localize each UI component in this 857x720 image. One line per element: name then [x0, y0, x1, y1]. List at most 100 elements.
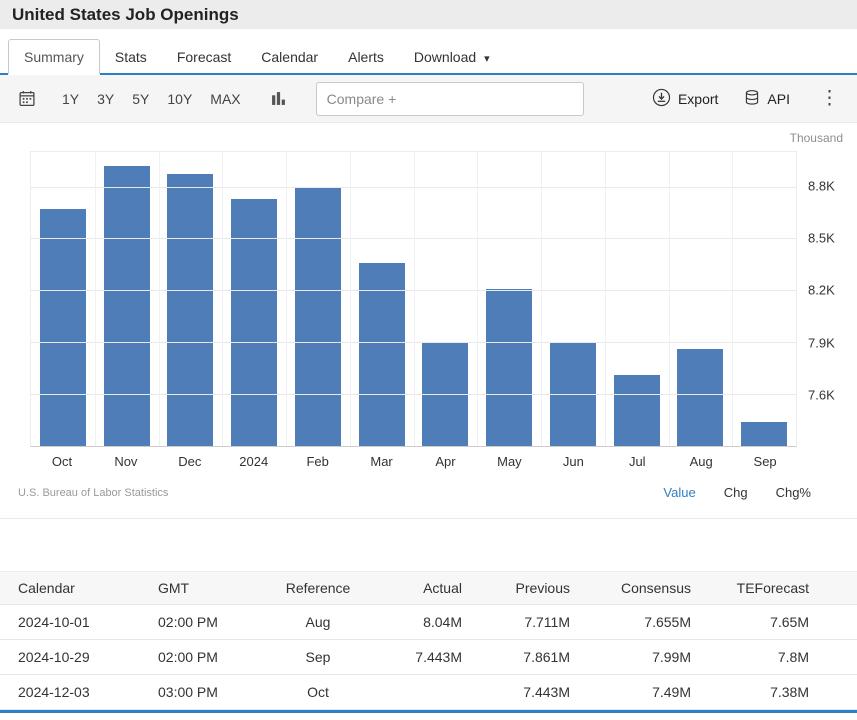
bar-slot [222, 152, 286, 446]
table-cell: 8.04M [366, 614, 466, 630]
api-label: API [767, 91, 790, 107]
bar-2024[interactable] [231, 199, 277, 446]
bar-slot [477, 152, 541, 446]
bar-Feb[interactable] [295, 187, 341, 446]
y-tick-label: 7.6K [808, 387, 835, 402]
x-tick-label: Nov [94, 449, 158, 473]
bar-May[interactable] [486, 289, 532, 446]
table-row[interactable]: 2024-10-2902:00 PMSep7.443M7.861M7.99M7.… [0, 640, 857, 675]
table-cell: 7.38M [695, 684, 857, 700]
export-button[interactable]: Export [652, 88, 718, 110]
section-gap [0, 519, 857, 571]
gridline-vertical [477, 152, 478, 446]
table-cell: 2024-12-03 [14, 684, 154, 700]
y-axis-unit-label: Thousand [0, 123, 857, 151]
bar-slot [95, 152, 159, 446]
tab-download-label: Download [414, 49, 476, 65]
x-tick-label: 2024 [222, 449, 286, 473]
caret-down-icon: ▾ [484, 52, 490, 65]
y-axis: 7.6K7.9K8.2K8.5K8.8K [799, 151, 845, 447]
x-tick-label: Jul [605, 449, 669, 473]
bar-slot [350, 152, 414, 446]
range-1y[interactable]: 1Y [62, 91, 79, 107]
tab-stats[interactable]: Stats [100, 40, 162, 73]
table-cell: 7.65M [695, 614, 857, 630]
api-button[interactable]: API [744, 89, 790, 109]
gridline-vertical [669, 152, 670, 446]
x-tick-label: Oct [30, 449, 94, 473]
bar-Sep[interactable] [741, 422, 787, 446]
link-value[interactable]: Value [663, 485, 695, 500]
table-cell: 7.655M [574, 614, 695, 630]
column-header: Actual [366, 580, 466, 596]
table-cell: 7.443M [466, 684, 574, 700]
range-5y[interactable]: 5Y [132, 91, 149, 107]
x-tick-label: Aug [669, 449, 733, 473]
y-tick-label: 7.9K [808, 335, 835, 350]
table-row[interactable]: 2024-10-0102:00 PMAug8.04M7.711M7.655M7.… [0, 605, 857, 640]
range-max[interactable]: MAX [210, 91, 240, 107]
table-cell: 7.711M [466, 614, 574, 630]
tab-summary-label: Summary [24, 49, 84, 65]
tab-download[interactable]: Download ▾ [399, 40, 505, 73]
bar-slot [286, 152, 350, 446]
range-selector: 1Y 3Y 5Y 10Y MAX [62, 91, 241, 107]
table-cell: 7.99M [574, 649, 695, 665]
bar-slot [732, 152, 796, 446]
table-header-row: CalendarGMTReferenceActualPreviousConsen… [0, 571, 857, 605]
bar-Aug[interactable] [677, 349, 723, 446]
table-cell: Sep [270, 649, 366, 665]
bar-chart-icon[interactable] [267, 89, 290, 108]
tab-stats-label: Stats [115, 49, 147, 65]
tab-calendar[interactable]: Calendar [246, 40, 333, 73]
bar-chart: 7.6K7.9K8.2K8.5K8.8K OctNovDec2024FebMar… [12, 151, 845, 473]
database-icon [744, 89, 760, 109]
table-cell: 7.443M [366, 649, 466, 665]
gridline-vertical [95, 152, 96, 446]
tab-bar: Summary Stats Forecast Calendar Alerts D… [0, 29, 857, 75]
chart-card: Thousand 7.6K7.9K8.2K8.5K8.8K OctNovDec2… [0, 123, 857, 519]
x-tick-label: Sep [733, 449, 797, 473]
tab-forecast-label: Forecast [177, 49, 231, 65]
toolbar-actions: Export API ⋮ [652, 88, 843, 110]
bar-slot [541, 152, 605, 446]
column-header: Previous [466, 580, 574, 596]
range-3y[interactable]: 3Y [97, 91, 114, 107]
table-cell: 02:00 PM [154, 649, 270, 665]
export-label: Export [678, 91, 718, 107]
table-body: 2024-10-0102:00 PMAug8.04M7.711M7.655M7.… [0, 605, 857, 710]
x-labels: OctNovDec2024FebMarAprMayJunJulAugSep [30, 449, 797, 473]
link-chg-pct[interactable]: Chg% [776, 485, 811, 500]
title-bar: United States Job Openings [0, 0, 857, 29]
bar-slot [605, 152, 669, 446]
bottom-accent-bar [0, 710, 857, 713]
gridline-vertical [732, 152, 733, 446]
tab-alerts-label: Alerts [348, 49, 384, 65]
bar-Jul[interactable] [614, 375, 660, 446]
calendar-icon[interactable] [14, 88, 40, 109]
table-row[interactable]: 2024-12-0303:00 PMOct7.443M7.49M7.38M [0, 675, 857, 710]
bar-slot [414, 152, 478, 446]
chart-footer: U.S. Bureau of Labor Statistics Value Ch… [18, 485, 839, 500]
bar-Nov[interactable] [104, 166, 150, 446]
series-mode-links: Value Chg Chg% [663, 485, 839, 500]
bar-Oct[interactable] [40, 209, 86, 446]
tab-forecast[interactable]: Forecast [162, 40, 246, 73]
column-header: Calendar [14, 580, 154, 596]
range-10y[interactable]: 10Y [167, 91, 192, 107]
tab-summary[interactable]: Summary [8, 39, 100, 75]
gridline-vertical [605, 152, 606, 446]
table-cell: Oct [270, 684, 366, 700]
table-cell: 7.8M [695, 649, 857, 665]
kebab-menu-icon[interactable]: ⋮ [816, 89, 843, 108]
compare-input[interactable] [316, 82, 584, 116]
tab-alerts[interactable]: Alerts [333, 40, 399, 73]
plot-area [30, 151, 797, 447]
gridline-vertical [286, 152, 287, 446]
tab-calendar-label: Calendar [261, 49, 318, 65]
bar-Dec[interactable] [167, 174, 213, 446]
table-cell: 7.861M [466, 649, 574, 665]
link-chg[interactable]: Chg [724, 485, 748, 500]
column-header: Consensus [574, 580, 695, 596]
export-icon [652, 88, 671, 110]
